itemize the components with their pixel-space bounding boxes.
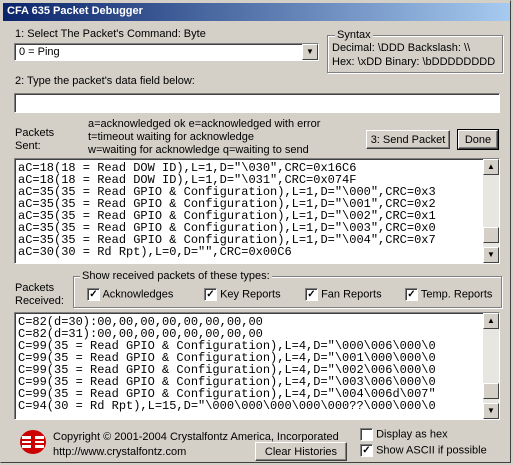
clear-histories-button[interactable]: Clear Histories <box>255 442 347 461</box>
website-link[interactable]: http://www.crystalfontz.com <box>53 446 186 458</box>
syntax-line-1: Decimal: \DDD Backslash: \\ <box>332 42 471 54</box>
title-bar[interactable]: CFA 635 Packet Debugger <box>3 3 510 21</box>
sent-legend-2: t=timeout waiting for acknowledge <box>88 131 255 143</box>
list-item[interactable]: C=99(35 = Read GPIO & Configuration),L=4… <box>18 388 478 400</box>
acknowledges-checkbox[interactable]: ✓ Acknowledges <box>87 288 173 301</box>
syntax-title: Syntax <box>335 29 373 41</box>
scroll-up-icon[interactable]: ▲ <box>483 313 499 329</box>
list-item[interactable]: C=82(d=30):00,00,00,00,00,00,00,00 <box>18 316 478 328</box>
acknowledges-label: Acknowledges <box>102 288 174 301</box>
acknowledges-check-icon[interactable]: ✓ <box>87 288 100 301</box>
app-window: CFA 635 Packet Debugger 1: Select The Pa… <box>0 0 511 463</box>
data-field-label: 2: Type the packet's data field below: <box>15 75 195 87</box>
packets-received-label-2: Received: <box>15 295 64 307</box>
window-title: CFA 635 Packet Debugger <box>7 5 143 17</box>
scroll-thumb[interactable] <box>483 227 499 243</box>
display-hex-label: Display as hex <box>376 428 448 441</box>
scroll-down-icon[interactable]: ▼ <box>483 403 499 419</box>
sent-legend-1: a=acknowledged ok e=acknowledged with er… <box>88 118 321 130</box>
list-item[interactable]: C=82(d=31):00,00,00,00,00,00,00,00 <box>18 328 478 340</box>
list-item[interactable]: aC=35(35 = Read GPIO & Configuration),L=… <box>18 198 478 210</box>
sent-legend-3: w=waiting for acknowledge q=waiting to s… <box>88 144 309 156</box>
done-button[interactable]: Done <box>457 129 499 150</box>
show-ascii-label: Show ASCII if possible <box>376 444 487 457</box>
fan-reports-label: Fan Reports <box>321 288 382 301</box>
key-reports-check-icon[interactable]: ✓ <box>204 288 217 301</box>
scroll-thumb[interactable] <box>483 383 499 399</box>
list-item[interactable]: aC=35(35 = Read GPIO & Configuration),L=… <box>18 186 478 198</box>
fan-reports-checkbox[interactable]: ✓ Fan Reports <box>305 288 382 301</box>
crystalfontz-logo-icon <box>19 429 47 455</box>
list-item[interactable]: C=94(30 = Rd Rpt),L=15,D="\000\000\000\0… <box>18 400 478 412</box>
key-reports-checkbox[interactable]: ✓ Key Reports <box>204 288 281 301</box>
command-select[interactable]: 0 = Ping ▼ <box>14 43 319 61</box>
received-packets-list[interactable]: C=82(d=30):00,00,00,00,00,00,00,00 C=82(d… <box>14 312 500 420</box>
list-item[interactable]: aC=18(18 = Read DOW ID),L=1,D="\030",CRC… <box>18 162 478 174</box>
received-lines: C=82(d=30):00,00,00,00,00,00,00,00 C=82(d… <box>18 316 478 412</box>
fan-reports-check-icon[interactable]: ✓ <box>305 288 318 301</box>
command-label: 1: Select The Packet's Command: Byte <box>15 28 206 40</box>
sent-scrollbar[interactable]: ▲ ▼ <box>483 159 499 263</box>
list-item[interactable]: C=99(35 = Read GPIO & Configuration),L=4… <box>18 376 478 388</box>
list-item[interactable]: C=99(35 = Read GPIO & Configuration),L=4… <box>18 352 478 364</box>
syntax-line-2: Hex: \xDD Binary: \bDDDDDDDD <box>332 56 496 68</box>
send-packet-button[interactable]: 3: Send Packet <box>366 130 450 149</box>
scroll-down-icon[interactable]: ▼ <box>483 247 499 263</box>
list-item[interactable]: aC=35(35 = Read GPIO & Configuration),L=… <box>18 210 478 222</box>
temp-reports-label: Temp. Reports <box>420 288 493 301</box>
sent-lines: aC=18(18 = Read DOW ID),L=1,D="\030",CRC… <box>18 162 478 258</box>
list-item[interactable]: C=99(35 = Read GPIO & Configuration),L=4… <box>18 364 478 376</box>
command-select-value: 0 = Ping <box>19 46 60 58</box>
list-item[interactable]: aC=30(30 = Rd Rpt),L=0,D="",CRC=0x00C6 <box>18 246 478 258</box>
data-field-input[interactable] <box>14 93 500 113</box>
scroll-up-icon[interactable]: ▲ <box>483 159 499 175</box>
received-scrollbar[interactable]: ▲ ▼ <box>483 313 499 419</box>
list-item[interactable]: aC=18(18 = Read DOW ID),L=1,D="\031",CRC… <box>18 174 478 186</box>
temp-reports-checkbox[interactable]: ✓ Temp. Reports <box>405 288 492 301</box>
show-ascii-check-icon[interactable]: ✓ <box>360 444 373 457</box>
display-hex-check-icon[interactable] <box>360 428 373 441</box>
chevron-down-icon[interactable]: ▼ <box>302 44 318 60</box>
packets-sent-label-1: Packets <box>15 127 55 139</box>
list-item[interactable]: C=99(35 = Read GPIO & Configuration),L=4… <box>18 340 478 352</box>
list-item[interactable]: aC=35(35 = Read GPIO & Configuration),L=… <box>18 222 478 234</box>
show-ascii-checkbox[interactable]: ✓ Show ASCII if possible <box>360 444 487 457</box>
packets-sent-label-2: Sent: <box>15 140 41 152</box>
display-hex-checkbox[interactable]: Display as hex <box>360 428 448 441</box>
sent-packets-list[interactable]: aC=18(18 = Read DOW ID),L=1,D="\030",CRC… <box>14 158 500 264</box>
received-types-title: Show received packets of these types: <box>80 270 272 282</box>
key-reports-label: Key Reports <box>220 288 281 301</box>
packets-received-label-1: Packets <box>15 282 55 294</box>
list-item[interactable]: aC=35(35 = Read GPIO & Configuration),L=… <box>18 234 478 246</box>
temp-reports-check-icon[interactable]: ✓ <box>405 288 418 301</box>
